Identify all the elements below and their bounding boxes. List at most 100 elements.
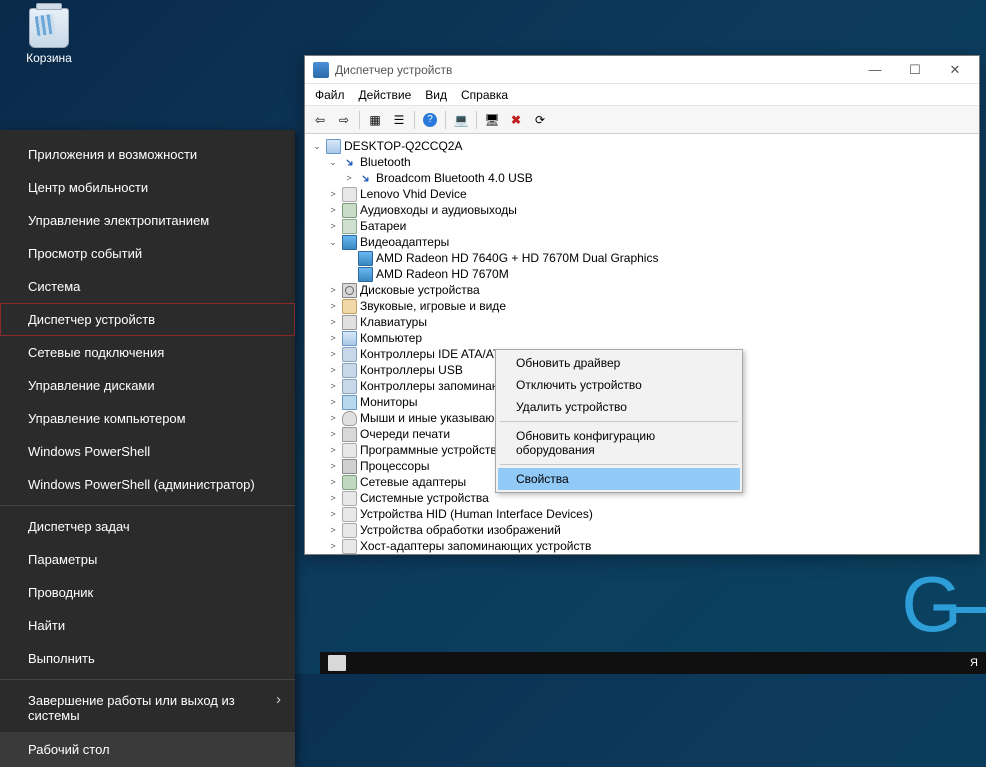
tree-node-label: Мониторы [360,395,417,409]
help-button[interactable]: ? [419,109,441,131]
winx-item[interactable]: Приложения и возможности [0,138,295,171]
winx-item[interactable]: Центр мобильности [0,171,295,204]
tree-device[interactable]: AMD Radeon HD 7670M [305,266,979,282]
winx-item[interactable]: Просмотр событий [0,237,295,270]
pc-icon [326,139,341,154]
expand-toggle[interactable]: > [327,477,339,487]
expand-toggle[interactable]: > [327,333,339,343]
update-driver-button[interactable]: ⟳ [529,109,551,131]
expand-toggle[interactable]: > [327,397,339,407]
device-manager-window: Диспетчер устройств — ☐ ✕ Файл Действие Ви… [304,55,980,555]
winx-item[interactable]: Завершение работы или выход из системы [0,684,295,732]
expand-toggle[interactable]: > [327,365,339,375]
recycle-bin[interactable]: Корзина [14,8,84,65]
forward-button[interactable]: ⇨ [333,109,355,131]
taskbar-app-icon[interactable] [328,655,346,671]
winx-item[interactable]: Управление дисками [0,369,295,402]
tree-category[interactable]: >Клавиатуры [305,314,979,330]
expand-toggle[interactable]: > [327,301,339,311]
scan-hardware-button[interactable]: 💻 [450,109,472,131]
expand-toggle[interactable]: > [327,317,339,327]
minimize-button[interactable]: — [855,57,895,83]
pc-icon [342,331,357,346]
snd-icon [342,299,357,314]
expand-toggle[interactable]: > [327,445,339,455]
winx-item[interactable]: Windows PowerShell [0,435,295,468]
expand-toggle[interactable]: > [327,525,339,535]
expand-toggle[interactable]: ⌄ [327,237,339,248]
tree-category[interactable]: >Дисковые устройства [305,282,979,298]
winx-item[interactable]: Параметры [0,543,295,576]
tree-node-label: Батареи [360,219,406,233]
expand-toggle[interactable]: ⌄ [311,141,323,152]
menu-вид[interactable]: Вид [425,88,447,102]
expand-toggle[interactable]: > [327,541,339,551]
expand-toggle[interactable]: > [327,221,339,231]
tree-device[interactable]: >Broadcom Bluetooth 4.0 USB [305,170,979,186]
expand-toggle[interactable]: > [327,381,339,391]
tree-category[interactable]: >Компьютер [305,330,979,346]
menu-файл[interactable]: Файл [315,88,345,102]
expand-toggle[interactable]: > [327,349,339,359]
tree-category[interactable]: >Устройства обработки изображений [305,522,979,538]
menu-справка[interactable]: Справка [461,88,508,102]
expand-toggle[interactable]: > [327,429,339,439]
expand-toggle[interactable]: > [327,285,339,295]
tree-category[interactable]: ⌄ Видеоадаптеры [305,234,979,250]
winx-item[interactable]: Проводник [0,576,295,609]
tree-node-label: Контроллеры USB [360,363,463,377]
tree-category[interactable]: >Звуковые, игровые и виде [305,298,979,314]
expand-toggle[interactable]: > [327,189,339,199]
context-menu-item[interactable]: Удалить устройство [498,396,740,418]
close-button[interactable]: ✕ [935,57,975,83]
winx-item[interactable]: Диспетчер задач [0,510,295,543]
winx-item[interactable]: Управление компьютером [0,402,295,435]
expand-toggle[interactable]: > [327,205,339,215]
expand-toggle[interactable]: > [343,173,355,183]
taskbar[interactable]: Я [320,652,986,674]
context-menu-item[interactable]: Отключить устройство [498,374,740,396]
winx-item[interactable]: Выполнить [0,642,295,675]
expand-toggle[interactable]: > [327,413,339,423]
view-button[interactable]: ☰ [388,109,410,131]
tree-category[interactable]: >Хост-адаптеры запоминающих устройств [305,538,979,554]
context-menu-item[interactable]: Свойства [498,468,740,490]
titlebar[interactable]: Диспетчер устройств — ☐ ✕ [305,56,979,84]
winx-menu: Приложения и возможностиЦентр мобильност… [0,130,295,767]
back-button[interactable]: ⇦ [309,109,331,131]
winx-item[interactable]: Сетевые подключения [0,336,295,369]
expand-toggle[interactable]: > [327,493,339,503]
tree-device[interactable]: AMD Radeon HD 7640G + HD 7670M Dual Grap… [305,250,979,266]
tree-category[interactable]: >Lenovo Vhid Device [305,186,979,202]
show-hidden-button[interactable]: ▦ [364,109,386,131]
winx-item[interactable]: Найти [0,609,295,642]
expand-toggle[interactable]: ⌄ [327,157,339,168]
tree-category[interactable]: >Устройства HID (Human Interface Devices… [305,506,979,522]
hdd-icon [342,283,357,298]
disable-button[interactable]: ✖ [505,109,527,131]
menu-действие[interactable]: Действие [359,88,412,102]
language-indicator[interactable]: Я [970,657,978,669]
tree-node-label: DESKTOP-Q2CCQ2A [344,139,462,153]
expand-toggle[interactable]: > [327,461,339,471]
menu-separator [0,505,295,506]
menu-separator [500,421,738,422]
winx-item[interactable]: Windows PowerShell (администратор) [0,468,295,501]
menubar: Файл Действие Вид Справка [305,84,979,106]
tree-node-label: Видеоадаптеры [360,235,449,249]
menu-separator [500,464,738,465]
context-menu-item[interactable]: Обновить драйвер [498,352,740,374]
tree-root[interactable]: ⌄ DESKTOP-Q2CCQ2A [305,138,979,154]
winx-item-desktop[interactable]: Рабочий стол [0,732,295,767]
winx-item[interactable]: Система [0,270,295,303]
usb-icon [342,363,357,378]
maximize-button[interactable]: ☐ [895,57,935,83]
winx-item[interactable]: Диспетчер устройств [0,303,295,336]
winx-item[interactable]: Управление электропитанием [0,204,295,237]
expand-toggle[interactable]: > [327,509,339,519]
uninstall-button[interactable]: 🖥 [481,109,503,131]
tree-category[interactable]: ⌄Bluetooth [305,154,979,170]
context-menu-item[interactable]: Обновить конфигурацию оборудования [498,425,740,461]
tree-category[interactable]: > Батареи [305,218,979,234]
tree-category[interactable]: >Аудиовходы и аудиовыходы [305,202,979,218]
